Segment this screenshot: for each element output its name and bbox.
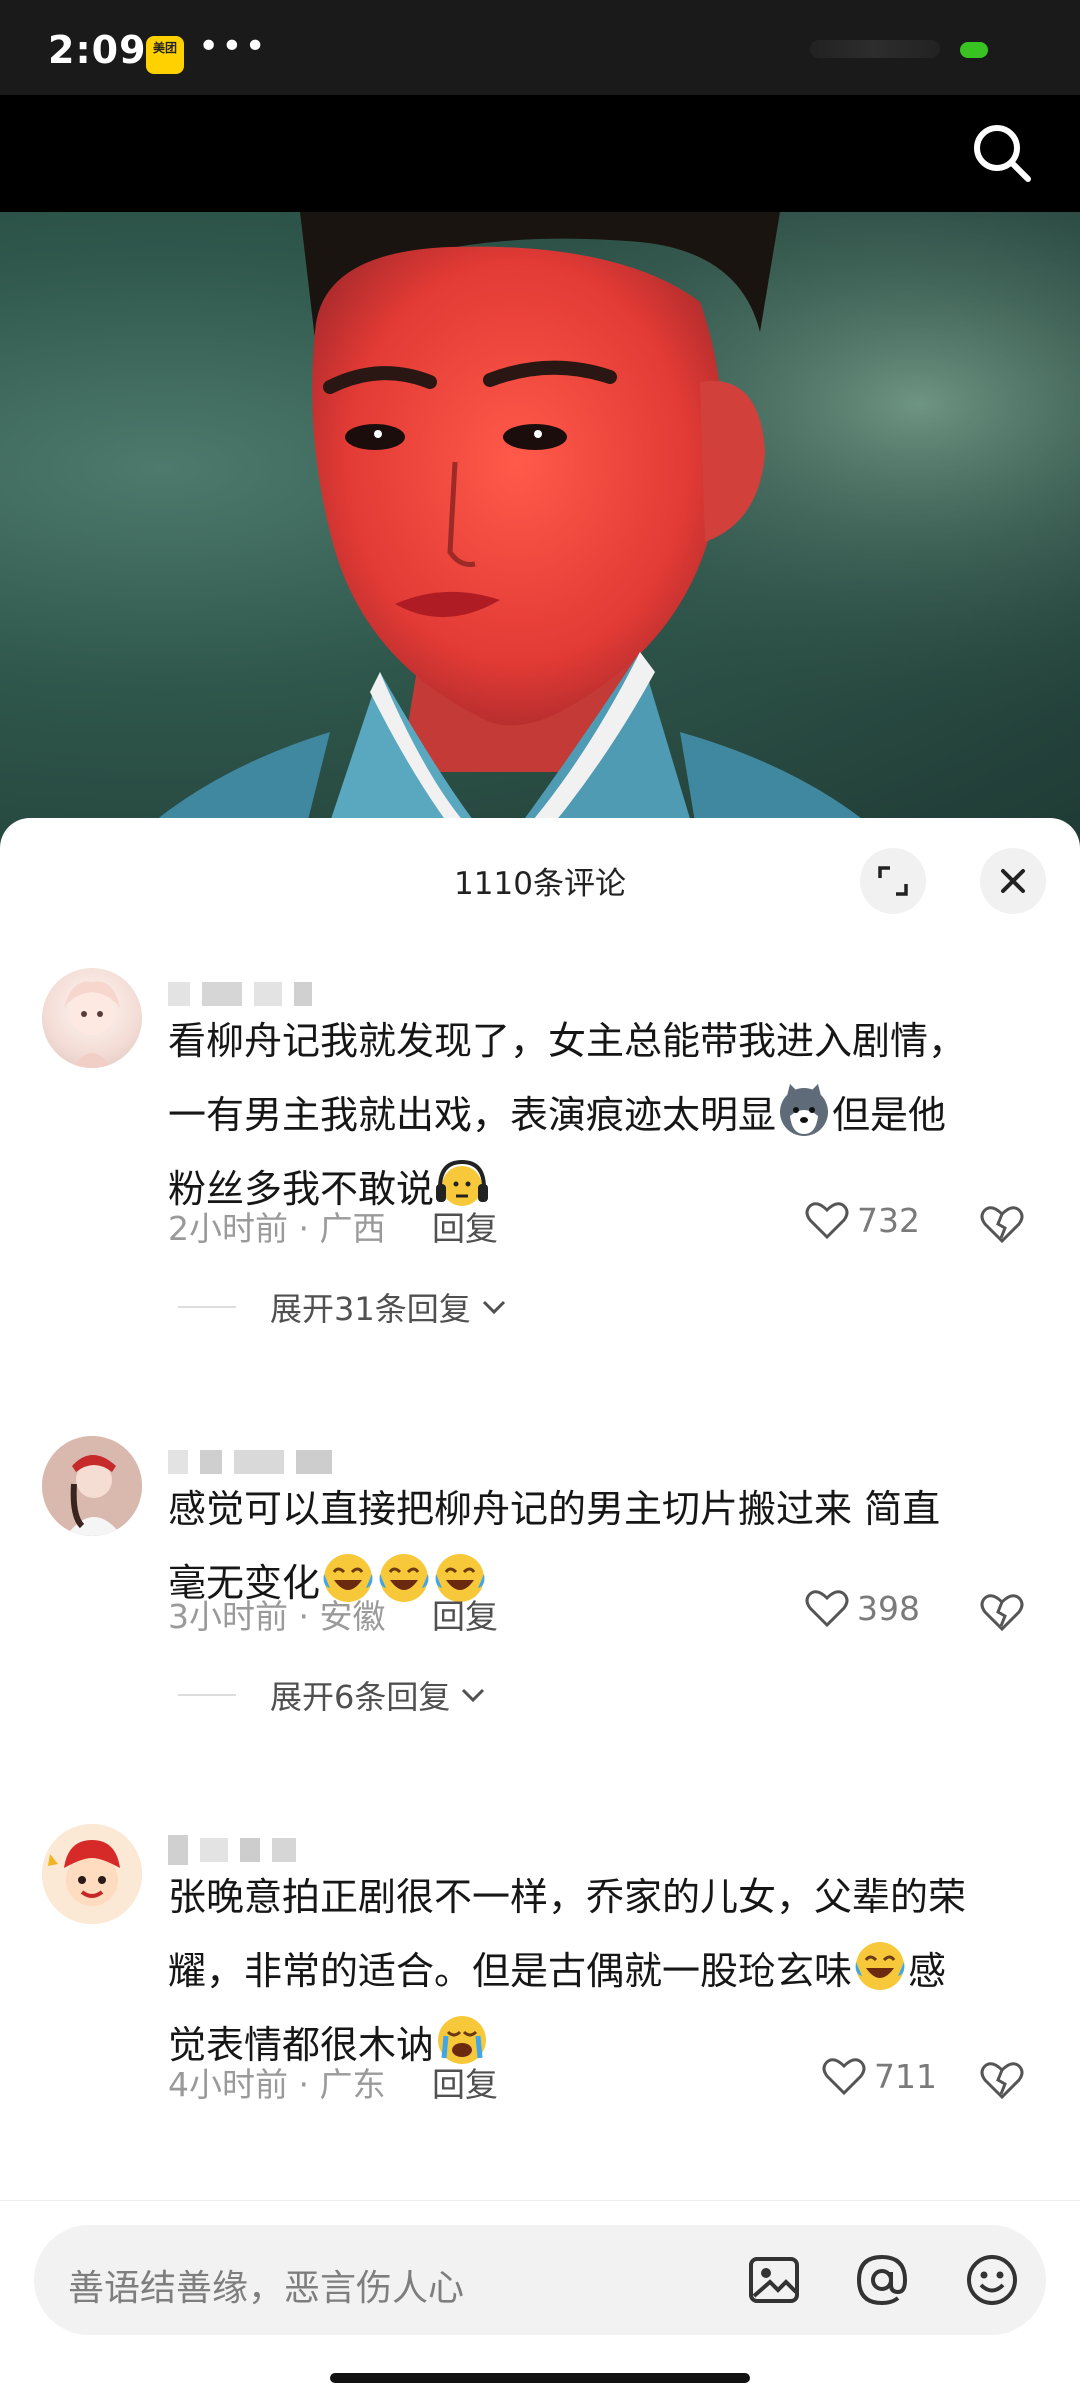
dislike-button[interactable] <box>980 2060 1024 2104</box>
broken-heart-icon <box>980 2062 1024 2100</box>
status-indicators <box>810 34 1040 64</box>
like-button[interactable]: 711 <box>822 2056 937 2096</box>
like-count: 398 <box>857 1588 920 1628</box>
laughing-tears-emoji-icon <box>855 1942 905 1990</box>
comment-location: 广东 <box>319 2065 386 2104</box>
comment-line: 看柳舟记我就发现了，女主总能带我进入剧情， <box>168 1019 967 1063</box>
dislike-button[interactable] <box>980 1592 1024 1636</box>
emoji-icon[interactable] <box>964 2252 1020 2308</box>
like-count: 732 <box>857 1200 920 1240</box>
comment-time: 2小时前 <box>168 1209 288 1248</box>
reply-button[interactable]: 回复 <box>432 1597 498 1636</box>
divider <box>178 1694 236 1696</box>
reply-button[interactable]: 回复 <box>432 1209 498 1248</box>
comment-text: 看柳舟记我就发现了，女主总能带我进入剧情， 一有男主我就出戏，表演痕迹太明显 但是… <box>168 1004 1048 1226</box>
dislike-button[interactable] <box>980 1204 1024 1248</box>
expand-replies-label: 展开31条回复 <box>270 1290 471 1328</box>
comment-line: 一有男主我就出戏，表演痕迹太明显 但是他 <box>168 1078 1048 1152</box>
video-frame-image[interactable] <box>0 212 1080 852</box>
comment-line: 张晚意拍正剧很不一样，乔家的儿女，父辈的荣 <box>168 1875 967 1919</box>
heart-icon <box>805 1202 849 1240</box>
comment-meta: 2小时前 · 广西 回复 <box>168 1209 498 1248</box>
reply-button[interactable]: 回复 <box>432 2065 498 2104</box>
privacy-indicator-icon <box>960 42 988 58</box>
expand-icon <box>878 866 908 896</box>
comment-input-bar: 善语结善缘，恶言伤人心 <box>0 2200 1080 2400</box>
comment-line: 感觉可以直接把柳舟记的男主切片搬过来 简直 <box>168 1487 941 1531</box>
search-icon[interactable] <box>968 119 1036 187</box>
comment-location: 安徽 <box>319 1597 386 1636</box>
husky-dog-emoji-icon <box>780 1084 829 1136</box>
comment-sheet: 1110条评论 看柳舟记我就发现了，女主总能带我进入剧情， 一有男主我就出戏，表… <box>0 818 1080 2400</box>
broken-heart-icon <box>980 1594 1024 1632</box>
comment-time: 4小时前 <box>168 2065 288 2104</box>
status-bar: 2:09 美团 ••• <box>0 0 1080 95</box>
heart-icon <box>822 2058 866 2096</box>
expand-replies-label: 展开6条回复 <box>270 1678 451 1716</box>
like-button[interactable]: 398 <box>805 1588 920 1628</box>
comment-location: 广西 <box>319 1209 386 1248</box>
chevron-down-icon <box>482 1300 505 1315</box>
comment-meta: 3小时前 · 安徽 回复 <box>168 1597 498 1636</box>
home-indicator[interactable] <box>330 2373 750 2383</box>
meituan-app-icon: 美团 <box>146 36 184 74</box>
at-icon[interactable] <box>854 2252 910 2308</box>
input-placeholder: 善语结善缘，恶言伤人心 <box>68 2268 465 2309</box>
avatar[interactable] <box>42 968 142 1068</box>
image-icon[interactable] <box>746 2252 802 2308</box>
blurred-status-icons <box>810 40 940 58</box>
close-icon <box>1001 869 1025 893</box>
comment-line: 耀，非常的适合。但是古偶就一股玱玄味感 <box>168 1934 1048 2008</box>
expand-button[interactable] <box>860 848 926 914</box>
divider <box>178 1306 236 1308</box>
like-button[interactable]: 732 <box>805 1200 920 1240</box>
chevron-down-icon <box>462 1688 485 1703</box>
comment-time: 3小时前 <box>168 1597 288 1636</box>
more-notifications-icon: ••• <box>198 26 268 67</box>
video-header <box>0 95 1080 212</box>
status-time: 2:09 <box>48 28 147 72</box>
like-count: 711 <box>874 2056 937 2096</box>
avatar[interactable] <box>42 1436 142 1536</box>
comment-input[interactable]: 善语结善缘，恶言伤人心 <box>34 2225 1046 2335</box>
heart-icon <box>805 1590 849 1628</box>
close-button[interactable] <box>980 848 1046 914</box>
broken-heart-icon <box>980 1206 1024 1244</box>
comment-text: 张晚意拍正剧很不一样，乔家的儿女，父辈的荣 耀，非常的适合。但是古偶就一股玱玄味… <box>168 1860 1048 2082</box>
expand-replies-button[interactable]: 展开31条回复 <box>178 1284 509 1330</box>
expand-replies-button[interactable]: 展开6条回复 <box>178 1672 488 1718</box>
comment-meta: 4小时前 · 广东 回复 <box>168 2065 498 2104</box>
avatar[interactable] <box>42 1824 142 1924</box>
